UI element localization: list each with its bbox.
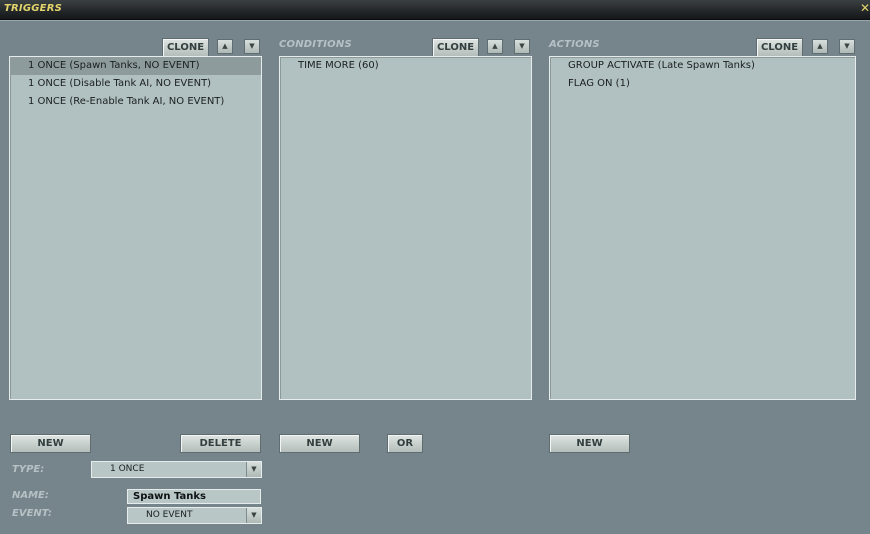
name-label: NAME: [12,490,49,501]
conditions-clone-button[interactable]: CLONE [432,38,479,57]
conditions-or-button[interactable]: OR [387,434,423,453]
triggers-move-down-button[interactable]: ▼ [244,39,260,54]
type-label: TYPE: [12,464,45,475]
event-select-value: NO EVENT [146,510,193,520]
triggers-panel: CLONE ▲ ▼ 1 ONCE (Spawn Tanks, NO EVENT)… [0,20,870,534]
chevron-down-icon[interactable]: ▼ [246,462,261,477]
type-select-value: 1 ONCE [110,464,145,474]
conditions-move-down-button[interactable]: ▼ [514,39,530,54]
conditions-new-button[interactable]: NEW [279,434,360,453]
actions-move-down-button[interactable]: ▼ [839,39,855,54]
actions-move-up-button[interactable]: ▲ [812,39,828,54]
triggers-move-up-button[interactable]: ▲ [217,39,233,54]
window-title: TRIGGERS [4,3,62,14]
conditions-move-up-button[interactable]: ▲ [487,39,503,54]
close-icon[interactable]: ✕ [860,1,870,15]
action-list-item[interactable]: FLAG ON (1) [550,75,855,93]
conditions-heading: CONDITIONS [279,39,352,50]
chevron-down-icon[interactable]: ▼ [246,508,261,523]
actions-heading: ACTIONS [549,39,600,50]
trigger-list-item[interactable]: 1 ONCE (Disable Tank AI, NO EVENT) [10,75,261,93]
triggers-new-button[interactable]: NEW [10,434,91,453]
type-select[interactable]: 1 ONCE ▼ [91,461,262,478]
actions-new-button[interactable]: NEW [549,434,630,453]
event-label: EVENT: [12,508,53,519]
name-field[interactable] [127,489,261,504]
actions-list[interactable]: GROUP ACTIVATE (Late Spawn Tanks) FLAG ON… [549,56,856,400]
action-list-item[interactable]: GROUP ACTIVATE (Late Spawn Tanks) [550,57,855,75]
conditions-list[interactable]: TIME MORE (60) [279,56,532,400]
triggers-delete-button[interactable]: DELETE [180,434,261,453]
trigger-list-item[interactable]: 1 ONCE (Re-Enable Tank AI, NO EVENT) [10,93,261,111]
event-select[interactable]: NO EVENT ▼ [127,507,262,524]
triggers-clone-button[interactable]: CLONE [162,38,209,57]
trigger-list-item[interactable]: 1 ONCE (Spawn Tanks, NO EVENT) [10,57,261,75]
condition-list-item[interactable]: TIME MORE (60) [280,57,531,75]
title-bar: TRIGGERS ✕ [0,0,870,20]
triggers-list[interactable]: 1 ONCE (Spawn Tanks, NO EVENT) 1 ONCE (Di… [9,56,262,400]
actions-clone-button[interactable]: CLONE [756,38,803,57]
